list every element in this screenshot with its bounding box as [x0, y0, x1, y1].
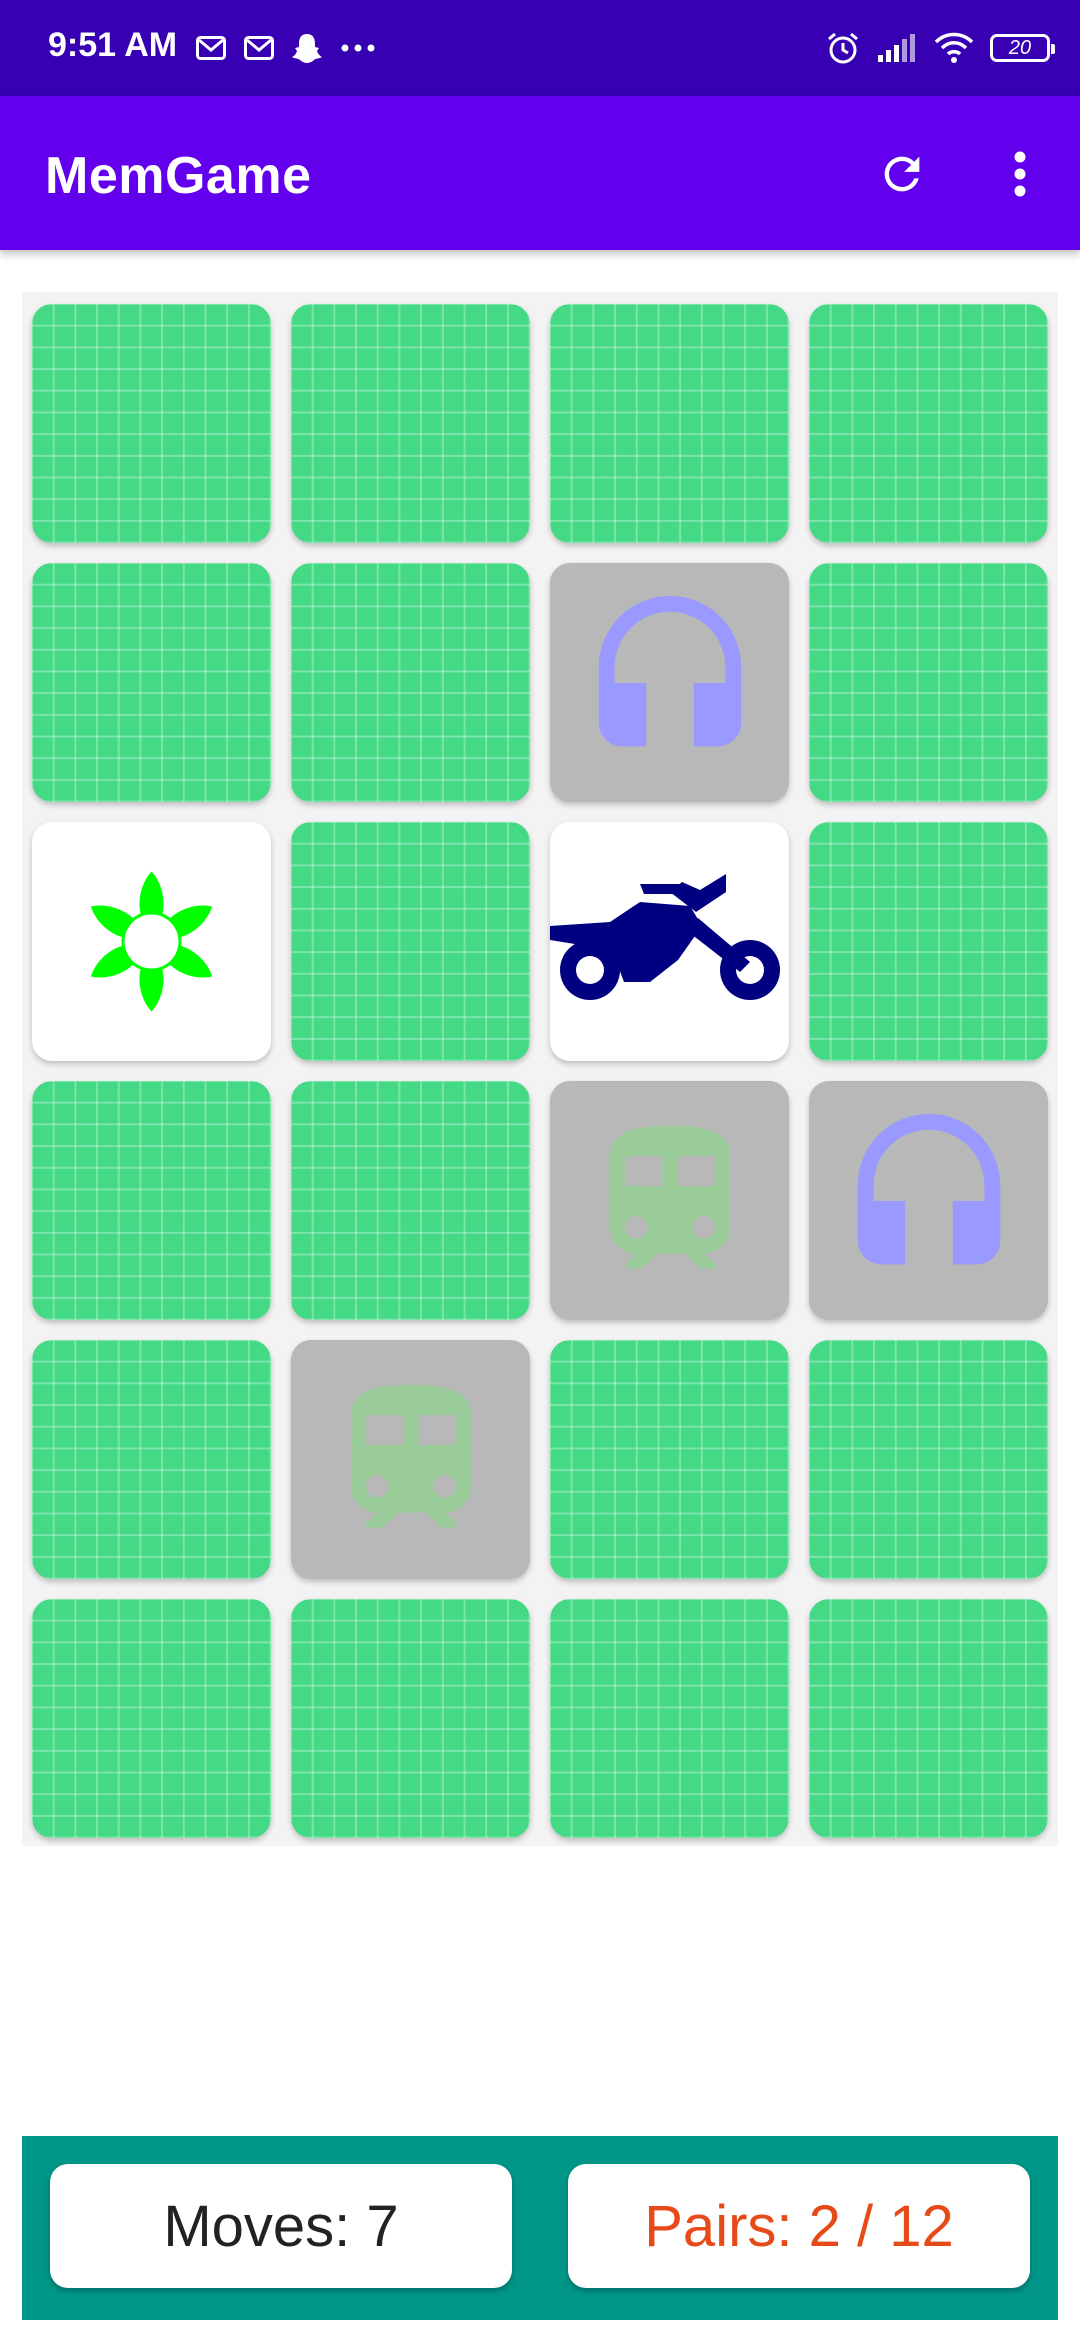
snapchat-icon	[292, 32, 322, 64]
card-cell	[799, 1069, 1058, 1328]
refresh-button[interactable]	[872, 144, 932, 204]
motorcycle-icon	[550, 822, 789, 1061]
card-cell	[799, 1328, 1058, 1587]
card-cell	[799, 551, 1058, 810]
memory-card-facedown[interactable]	[809, 563, 1048, 802]
status-time: 9:51 AM	[48, 26, 178, 64]
card-cell	[22, 810, 281, 1069]
memory-card-facedown[interactable]	[291, 1599, 530, 1838]
headphones-icon	[834, 1106, 1024, 1296]
battery-icon: 20	[990, 34, 1055, 62]
memory-card-facedown[interactable]	[291, 1081, 530, 1320]
memory-card-facedown[interactable]	[550, 304, 789, 543]
notification-icons	[196, 30, 394, 66]
card-cell	[540, 810, 799, 1069]
memory-card-matched[interactable]	[550, 563, 789, 802]
card-cell	[540, 292, 799, 551]
memory-card-open[interactable]	[550, 822, 789, 1061]
memory-card-matched[interactable]	[291, 1340, 530, 1579]
pairs-counter: Pairs: 2 / 12	[568, 2164, 1030, 2288]
memory-card-facedown[interactable]	[550, 1340, 789, 1579]
memory-card-facedown[interactable]	[291, 304, 530, 543]
memory-card-facedown[interactable]	[809, 1340, 1048, 1579]
card-cell	[281, 810, 540, 1069]
game-board	[22, 292, 1058, 1846]
card-cell	[799, 292, 1058, 551]
memory-card-facedown[interactable]	[32, 1081, 271, 1320]
battery-level: 20	[990, 34, 1055, 62]
memory-card-facedown[interactable]	[32, 1599, 271, 1838]
moves-counter: Moves: 7	[50, 2164, 512, 2288]
memory-card-facedown[interactable]	[550, 1599, 789, 1838]
card-cell	[540, 551, 799, 810]
card-cell	[22, 1587, 281, 1846]
train-icon	[580, 1111, 760, 1291]
card-cell	[799, 1587, 1058, 1846]
memory-card-facedown[interactable]	[809, 1599, 1048, 1838]
gmail-icon	[196, 36, 226, 60]
more-options-button[interactable]	[1000, 144, 1040, 204]
more-vert-icon	[1014, 151, 1026, 197]
card-cell	[540, 1328, 799, 1587]
memory-card-matched[interactable]	[809, 1081, 1048, 1320]
card-cell	[281, 1587, 540, 1846]
card-cell	[22, 1069, 281, 1328]
status-bar: 9:51 AM 20	[0, 0, 1080, 96]
memory-card-facedown[interactable]	[291, 563, 530, 802]
card-cell	[22, 1328, 281, 1587]
wifi-icon	[934, 32, 974, 64]
memory-card-facedown[interactable]	[291, 822, 530, 1061]
card-cell	[281, 1069, 540, 1328]
memory-card-matched[interactable]	[550, 1081, 789, 1320]
card-cell	[540, 1069, 799, 1328]
card-cell	[22, 292, 281, 551]
card-cell	[281, 1328, 540, 1587]
app-bar: MemGame	[0, 96, 1080, 250]
train-icon	[321, 1370, 501, 1550]
memory-card-open[interactable]	[32, 822, 271, 1061]
memory-card-facedown[interactable]	[809, 822, 1048, 1061]
system-icons: 20	[810, 26, 1055, 70]
flower-icon	[32, 822, 271, 1061]
card-cell	[281, 292, 540, 551]
stats-bar: Moves: 7 Pairs: 2 / 12	[22, 2136, 1058, 2320]
card-cell	[799, 810, 1058, 1069]
memory-card-facedown[interactable]	[32, 563, 271, 802]
memory-card-facedown[interactable]	[32, 304, 271, 543]
more-notifications-icon	[340, 43, 376, 53]
card-cell	[22, 551, 281, 810]
headphones-icon	[575, 588, 765, 778]
refresh-icon	[884, 156, 920, 192]
memory-card-facedown[interactable]	[809, 304, 1048, 543]
gmail-icon	[244, 36, 274, 60]
app-title: MemGame	[45, 147, 312, 205]
card-cell	[540, 1587, 799, 1846]
card-cell	[281, 551, 540, 810]
alarm-icon	[826, 31, 860, 65]
signal-icon	[876, 33, 918, 63]
memory-card-facedown[interactable]	[32, 1340, 271, 1579]
